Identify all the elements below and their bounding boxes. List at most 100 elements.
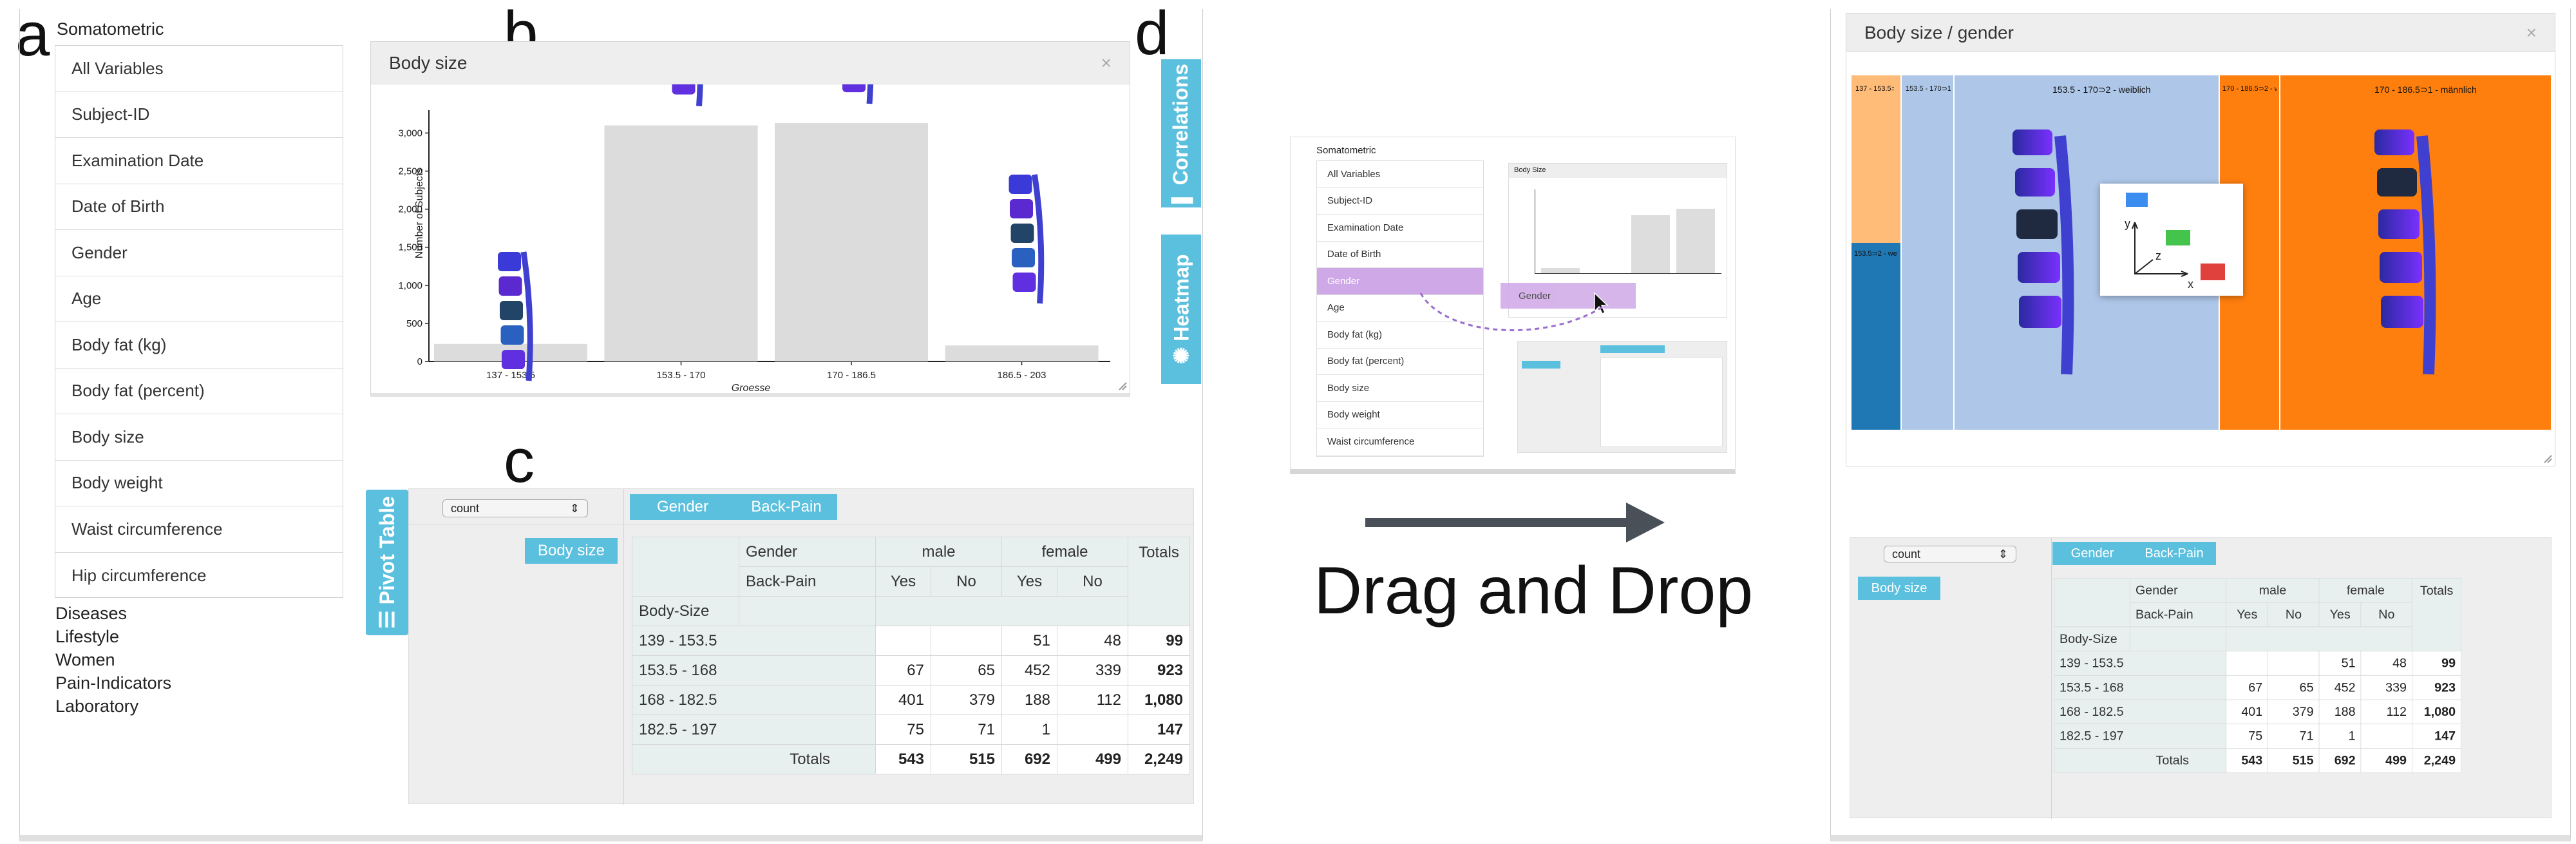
category-item[interactable]: Laboratory (55, 695, 171, 718)
histogram-chart: 05001,0001,5002,0002,5003,000137 - 153.5… (398, 84, 1110, 394)
variable-item[interactable]: All Variables (55, 46, 343, 92)
x-axis-label: Groesse (732, 383, 771, 394)
panel-title: Body size / gender (1864, 22, 2014, 43)
column-field-gender[interactable]: Gender (2052, 542, 2132, 565)
histogram-bar[interactable] (945, 345, 1099, 361)
axes-icon (2132, 222, 2188, 277)
totals-row: Totals 543 515 692 499 2,249 (632, 744, 1190, 774)
variable-item[interactable]: All Variables (1317, 161, 1483, 188)
spine-model-icon (842, 84, 874, 104)
variable-item[interactable]: Gender (55, 230, 343, 276)
aggregator-select[interactable]: count ⇕ (442, 499, 588, 517)
variable-item-gender-selected[interactable]: Gender (1317, 268, 1483, 295)
category-item[interactable]: Pain-Indicators (55, 671, 171, 695)
header-no: No (1057, 566, 1128, 597)
treemap-cell[interactable] (1852, 75, 1900, 243)
totals-row: Totals 543 515 692 499 2,249 (2053, 748, 2462, 773)
row-field-body-size[interactable]: Body size (1858, 577, 1940, 600)
column-field-back-pain[interactable]: Back-Pain (735, 494, 837, 520)
variable-item[interactable]: Hip circumference (55, 553, 343, 599)
category-item[interactable]: Lifestyle (55, 625, 171, 648)
close-icon[interactable]: × (2526, 23, 2537, 43)
close-icon[interactable]: × (1101, 53, 1112, 73)
list-icon: ☰ (375, 610, 399, 629)
x-tick-label: 170 - 186.5 (827, 370, 876, 381)
treemap-cell[interactable] (1852, 243, 1900, 430)
chevron-updown-icon: ⇕ (569, 501, 580, 515)
variable-item[interactable]: Subject-ID (1317, 188, 1483, 215)
header-back-pain: Back-Pain (739, 566, 876, 597)
treemap-label: 153.5⊃2 - weiblich (1854, 250, 1897, 258)
treemap-label: 137 - 153.5⊃2 - weiblich (1855, 85, 1894, 93)
histogram-panel: Body size × 0 500 1,000 1,500 2,000 2,500 3,00… (370, 41, 1130, 397)
chart-bars (434, 84, 1099, 381)
histogram-bar[interactable] (775, 123, 929, 361)
treemap-label: 153.5 - 170⊃1 - männlich (1906, 85, 1951, 93)
row-field-body-size[interactable]: Body size (525, 538, 618, 564)
table-row: 139 - 153.5 51 48 99 (2053, 651, 2462, 676)
tab-correlations[interactable]: ▌ Correlations (1161, 59, 1201, 207)
variable-item[interactable]: Examination Date (55, 138, 343, 184)
table-row: 153.5 - 168 67 65 452 339 923 (632, 655, 1190, 686)
variable-item[interactable]: Examination Date (1317, 215, 1483, 242)
drag-drop-thumbnail: Somatometric All Variables Subject-ID Ex… (1290, 137, 1736, 474)
variable-item[interactable]: Body weight (55, 461, 343, 506)
sidebar-heading: Somatometric (57, 19, 164, 39)
pivot-table-panel-right: count ⇕ Gender Back-Pain Body size Gende… (1850, 537, 2552, 819)
category-list: Diseases Lifestyle Women Pain-Indicators… (55, 602, 171, 718)
pivot-table-panel: count ⇕ Gender Back-Pain Body size Gende… (408, 488, 1195, 805)
mini-pivot-table (1517, 341, 1727, 453)
table-row: 182.5 - 197 75 71 1 147 (2053, 724, 2462, 749)
spine-model-icon (672, 84, 703, 106)
category-item[interactable]: Women (55, 648, 171, 671)
y-tick-label: 500 (406, 318, 422, 329)
column-field-gender[interactable]: Gender (630, 494, 735, 520)
variable-item[interactable]: Body fat (percent) (1317, 349, 1483, 375)
aggregator-select[interactable]: count ⇕ (1884, 546, 2016, 562)
x-tick-label: 153.5 - 170 (657, 370, 706, 381)
variable-item[interactable]: Body size (55, 414, 343, 461)
table-row: 153.5 - 168 67 65 452 339 923 (2053, 675, 2462, 700)
variable-item[interactable]: Subject-ID (55, 92, 343, 138)
variable-item[interactable]: Date of Birth (1317, 242, 1483, 268)
gear-icon: ✺ (1170, 347, 1193, 365)
variable-item[interactable]: Date of Birth (55, 184, 343, 230)
y-tick-label: 1,000 (398, 280, 422, 291)
header-gender: Gender (739, 537, 876, 567)
resize-handle-icon[interactable] (2543, 454, 2552, 463)
variable-item[interactable]: Waist circumference (55, 506, 343, 553)
pivot-table: Gender male female Totals Back-Pain Yes … (632, 537, 1190, 774)
y-tick-label: 0 (417, 356, 422, 367)
header-body-size: Body-Size (632, 596, 739, 626)
variable-item[interactable]: Body weight (1317, 402, 1483, 428)
variable-item[interactable]: Body fat (percent) (55, 369, 343, 414)
treemap-label: 170 - 186.5⊃1 - männlich (2374, 84, 2477, 95)
treemap-panel: Body size / gender × 153.5 - 170⊃2 - wei… (1846, 13, 2555, 466)
header-yes: Yes (875, 566, 931, 597)
treemap-label: 170 - 186.5⊃2 - weiblich (2222, 85, 2277, 93)
right-arrow-icon (1365, 503, 1665, 542)
table-row: 182.5 - 197 75 71 1 147 (632, 715, 1190, 745)
variable-item[interactable]: Body fat (kg) (55, 322, 343, 369)
table-row: 168 - 182.5 401 379 188 112 1,080 (632, 685, 1190, 715)
variable-item[interactable]: Body size (1317, 375, 1483, 402)
spine-model-icon (2374, 129, 2436, 375)
tab-pivot-table[interactable]: ☰ Pivot Table (366, 490, 408, 635)
table-row: 139 - 153.5 51 48 99 (632, 626, 1190, 656)
variable-item[interactable]: Age (55, 276, 343, 322)
tab-heatmap[interactable]: ✺ Heatmap (1161, 235, 1201, 384)
header-yes: Yes (1001, 566, 1057, 597)
treemap-cell[interactable] (1902, 75, 1953, 430)
category-item[interactable]: Diseases (55, 602, 171, 625)
y-tick-label: 3,000 (398, 128, 422, 139)
resize-handle-icon[interactable] (1118, 381, 1127, 390)
column-field-back-pain[interactable]: Back-Pain (2132, 542, 2216, 565)
histogram-bar[interactable] (604, 125, 758, 362)
drag-and-drop-caption: Drag and Drop (1314, 553, 1754, 628)
variable-item[interactable]: Waist circumference (1317, 428, 1483, 456)
chevron-updown-icon: ⇕ (1998, 547, 2008, 561)
header-totals: Totals (1128, 537, 1190, 626)
header-female: female (1001, 537, 1128, 567)
spine-model-icon (2012, 129, 2074, 375)
variable-list: All Variables Subject-ID Examination Dat… (55, 45, 343, 598)
